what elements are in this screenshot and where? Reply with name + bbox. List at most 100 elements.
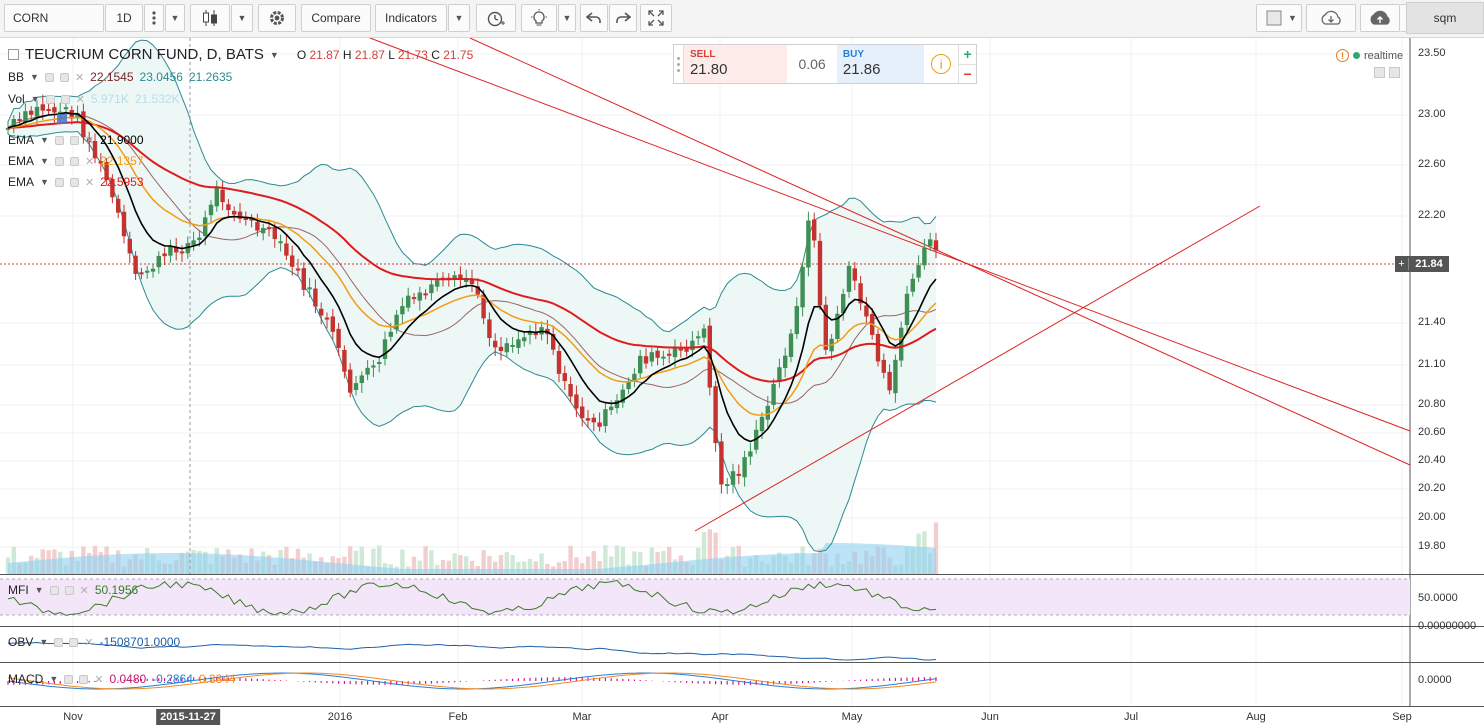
pane-down-icon[interactable] [1389,67,1400,78]
price-axis-tick: 22.60 [1418,158,1446,170]
compare-button[interactable]: Compare [301,4,371,32]
alert-clock-icon[interactable] [476,4,516,32]
mfi-name: MFI [8,583,29,597]
mfi-value: 50.1956 [94,583,139,597]
vol-name: Vol [8,92,25,106]
indicators-dropdown-icon[interactable]: ▼ [448,4,470,32]
price-axis-tick: 21.10 [1418,358,1446,370]
bb-remove-icon[interactable]: ✕ [75,71,84,84]
mfi-visibility-icon[interactable] [64,585,74,595]
settings-gear-icon[interactable] [258,4,296,32]
pane-up-icon[interactable] [1374,67,1385,78]
ema3-settings-icon[interactable] [54,177,64,187]
interval-more-icon[interactable] [144,4,164,32]
ema1-remove-icon[interactable]: ✕ [85,134,94,147]
bb-menu-icon[interactable]: ▼ [30,72,39,82]
ema1-settings-icon[interactable] [54,135,64,145]
time-axis-tick: Apr [711,711,729,723]
obv-settings-icon[interactable] [54,637,64,647]
ema3-name: EMA [8,175,35,189]
ema1-visibility-icon[interactable] [69,135,79,145]
series-menu-icon[interactable]: ▼ [270,50,279,60]
pane-separator-obv[interactable] [0,626,1484,627]
layout-dropdown-icon[interactable]: ▼ [1284,4,1302,32]
trade-info-button[interactable]: i [924,45,958,83]
indicators-button[interactable]: Indicators [375,4,447,32]
collapse-legend-icon[interactable] [8,49,19,60]
template-lightbulb-icon[interactable] [521,4,557,32]
time-axis-tick: 2016 [327,711,353,723]
ema2-settings-icon[interactable] [54,156,64,166]
interval-dropdown-icon[interactable]: ▼ [165,4,185,32]
sell-price: 21.80 [689,61,728,78]
warning-icon[interactable]: ! [1336,49,1349,62]
buy-button[interactable]: BUY 21.86 [836,45,925,83]
event-marker-icon[interactable] [57,114,67,124]
ema1-value: 21.9000 [100,133,144,147]
interval-text: 1D [116,11,132,25]
chart-canvas[interactable] [0,38,1484,706]
vol-ma-value: 21.532K [134,92,180,106]
price-axis-tick: 21.40 [1418,316,1446,328]
decrease-button[interactable]: − [959,65,976,84]
quantity-stepper: + − [958,45,976,83]
mfi-menu-icon[interactable]: ▼ [35,585,44,595]
sell-label: SELL [689,49,716,60]
pane-separator-mfi[interactable] [0,574,1484,575]
mfi-band [0,579,1410,615]
load-cloud-icon[interactable] [1306,4,1356,32]
bb-settings-icon[interactable] [44,72,54,82]
interval-button[interactable]: 1D [105,4,143,32]
ema2-visibility-icon[interactable] [69,156,79,166]
pane-separator-macd[interactable] [0,662,1484,663]
increase-button[interactable]: + [959,45,976,65]
mfi-remove-icon[interactable]: ✕ [80,584,89,597]
macd-axis-tick: 0.0000 [1418,674,1452,686]
close-value: 21.75 [443,47,474,62]
time-axis[interactable]: Sep Aug Jul Jun May Apr Mar Feb 2016 Nov 2015-11-… [0,706,1484,728]
fullscreen-icon[interactable] [640,4,672,32]
macd-name: MACD [8,672,44,686]
vol-menu-icon[interactable]: ▼ [31,94,40,104]
obv-remove-icon[interactable]: ✕ [84,636,93,649]
add-alert-icon[interactable]: + [1395,258,1409,270]
realtime-status: ! realtime [1336,49,1403,62]
bb-lower-value: 21.2635 [188,70,233,84]
time-axis-tick: Aug [1246,711,1266,723]
vol-legend-row: Vol ▼ ✕ 5.971K 21.532K [8,92,180,106]
save-cloud-icon[interactable] [1360,4,1400,32]
undo-icon[interactable] [580,4,608,32]
chart-style-dropdown-icon[interactable]: ▼ [231,4,253,32]
price-axis-tick: 20.40 [1418,454,1446,466]
vol-visibility-icon[interactable] [60,94,70,104]
template-dropdown-icon[interactable]: ▼ [558,4,576,32]
time-axis-tick: Jul [1123,711,1139,723]
ema2-remove-icon[interactable]: ✕ [85,155,94,168]
ema2-menu-icon[interactable]: ▼ [40,156,49,166]
macd-remove-icon[interactable]: ✕ [94,673,103,686]
macd-visibility-icon[interactable] [79,674,89,684]
macd-menu-icon[interactable]: ▼ [49,674,58,684]
drag-handle-icon[interactable] [674,45,684,83]
obv-legend-row: OBV ▼ ✕ -1508701.0000 [8,635,180,649]
vol-settings-icon[interactable] [45,94,55,104]
vol-remove-icon[interactable]: ✕ [76,93,85,106]
redo-icon[interactable] [609,4,637,32]
user-menu-button[interactable]: sqm [1406,2,1484,34]
ema3-visibility-icon[interactable] [69,177,79,187]
chart-style-candles-icon[interactable] [190,4,230,32]
ema3-menu-icon[interactable]: ▼ [40,177,49,187]
obv-menu-icon[interactable]: ▼ [39,637,48,647]
mfi-settings-icon[interactable] [49,585,59,595]
open-label: O [296,47,307,62]
symbol-search-input[interactable]: CORN [4,4,104,32]
macd-hist-value: 0.0480 [109,672,147,686]
macd-settings-icon[interactable] [64,674,74,684]
bb-visibility-icon[interactable] [59,72,69,82]
sell-button[interactable]: SELL 21.80 [683,45,788,83]
price-axis-tick: 20.20 [1418,482,1446,494]
ema1-menu-icon[interactable]: ▼ [40,135,49,145]
ema3-remove-icon[interactable]: ✕ [85,176,94,189]
current-price-tag[interactable]: + 21.84 [1395,256,1449,272]
obv-visibility-icon[interactable] [69,637,79,647]
